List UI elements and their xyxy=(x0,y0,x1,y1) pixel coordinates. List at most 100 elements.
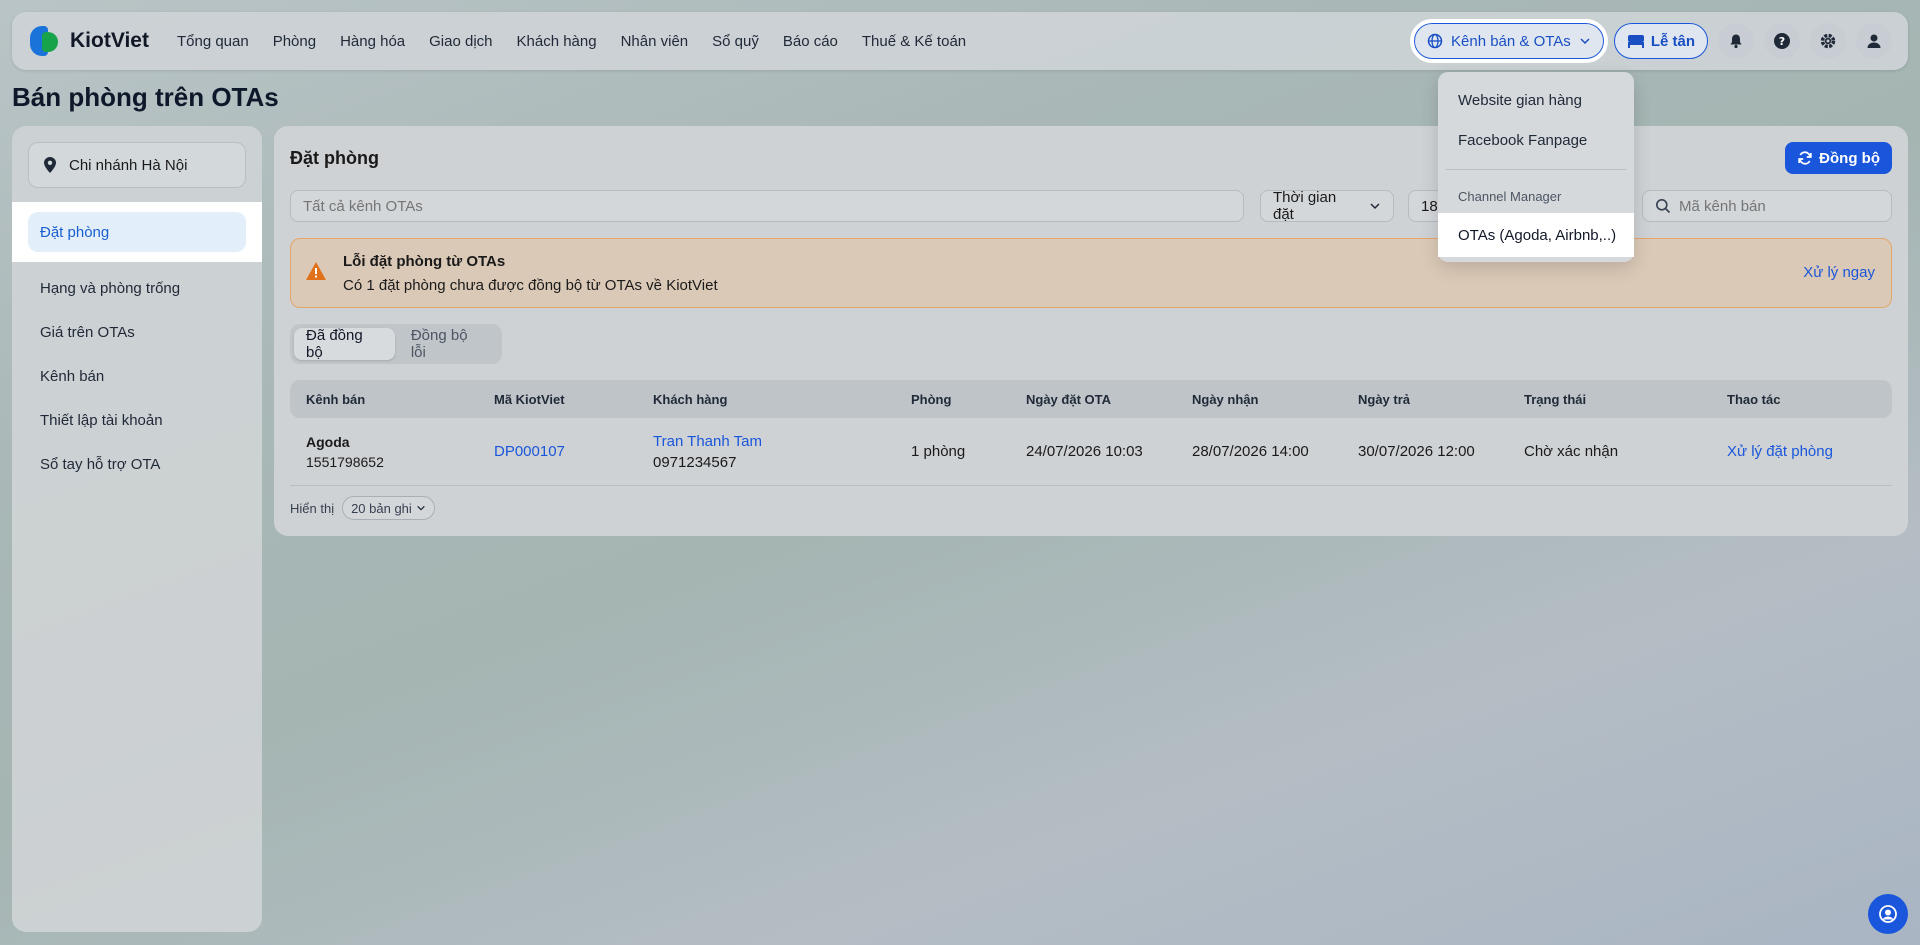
chevron-down-icon xyxy=(1580,38,1590,45)
headset-icon xyxy=(1879,905,1897,923)
table-row: Agoda 1551798652 DP000107 Tran Thanh Tam… xyxy=(290,418,1892,486)
nav-bao-cao[interactable]: Báo cáo xyxy=(783,33,838,50)
help-icon: ? xyxy=(1774,33,1790,49)
menu-item-website[interactable]: Website gian hàng xyxy=(1458,92,1582,109)
notifications-button[interactable] xyxy=(1718,23,1754,59)
cell-status: Chờ xác nhận xyxy=(1524,443,1619,460)
booking-time-label: Thời gian đặt xyxy=(1273,189,1337,223)
help-button[interactable]: ? xyxy=(1764,23,1800,59)
channel-name: Agoda xyxy=(306,433,350,450)
sync-button[interactable]: Đồng bộ xyxy=(1785,142,1892,174)
channels-dropdown-menu: Website gian hàng Facebook Fanpage Chann… xyxy=(1438,72,1634,262)
section-title: Đặt phòng xyxy=(290,148,379,168)
search-box xyxy=(1642,190,1892,222)
sidebar-item-dat-phong[interactable]: Đặt phòng xyxy=(28,212,246,252)
sidebar-item-thiet-lap-tai-khoan[interactable]: Thiết lập tài khoản xyxy=(40,398,180,442)
page-title: Bán phòng trên OTAs xyxy=(12,82,279,112)
main-nav: Tổng quan Phòng Hàng hóa Giao dịch Khách… xyxy=(177,33,966,50)
sidebar-item-kenh-ban[interactable]: Kênh bán xyxy=(40,354,180,398)
channel-code: 1551798652 xyxy=(306,453,384,470)
cell-customer: Tran Thanh Tam 0971234567 xyxy=(653,433,911,471)
kiotviet-logo-icon xyxy=(28,24,62,58)
location-pin-icon xyxy=(44,157,56,173)
pager-label: Hiển thị xyxy=(290,500,335,516)
warning-icon xyxy=(306,262,326,280)
alert-title: Lỗi đặt phòng từ OTAs xyxy=(343,253,506,270)
sync-icon xyxy=(1798,151,1812,165)
settings-button[interactable] xyxy=(1810,23,1846,59)
chevron-down-icon xyxy=(1370,203,1380,210)
sidebar-item-so-tay-ho-tro-ota[interactable]: Sổ tay hỗ trợ OTA xyxy=(40,442,180,486)
chevron-down-icon xyxy=(417,505,425,511)
nav-khach-hang[interactable]: Khách hàng xyxy=(517,33,597,50)
col-channel: Kênh bán xyxy=(306,391,366,407)
nav-tong-quan[interactable]: Tổng quan xyxy=(177,33,249,50)
sync-tabs: Đã đồng bộ Đồng bộ lỗi xyxy=(290,324,502,364)
col-checkout: Ngày trả xyxy=(1358,391,1411,407)
gear-icon xyxy=(1820,33,1836,49)
process-booking-link[interactable]: Xử lý đặt phòng xyxy=(1727,443,1892,460)
col-customer: Khách hàng xyxy=(653,391,728,407)
menu-item-otas[interactable]: OTAs (Agoda, Airbnb,..) xyxy=(1438,213,1634,257)
logo-text: KiotViet xyxy=(70,29,149,52)
nav-phong[interactable]: Phòng xyxy=(273,33,316,50)
alert-description: Có 1 đặt phòng chưa được đồng bộ từ OTAs… xyxy=(343,277,718,294)
ota-channel-filter[interactable] xyxy=(290,190,1244,222)
col-actions: Thao tác xyxy=(1727,391,1781,407)
col-rooms: Phòng xyxy=(911,391,952,407)
customer-name-link[interactable]: Tran Thanh Tam xyxy=(653,433,911,450)
page-size-select[interactable]: 20 bản ghi xyxy=(342,496,435,520)
nav-so-quy[interactable]: Sổ quỹ xyxy=(712,33,759,50)
col-ota-date: Ngày đặt OTA xyxy=(1026,391,1111,407)
menu-group-label: Channel Manager xyxy=(1458,189,1562,204)
channels-otas-button[interactable]: Kênh bán & OTAs xyxy=(1410,19,1608,63)
customer-phone: 0971234567 xyxy=(653,453,737,471)
top-right-actions: Kênh bán & OTAs Lễ tân ? xyxy=(1410,19,1892,63)
support-chat-button[interactable] xyxy=(1868,894,1908,934)
bookings-table: Kênh bán Mã KiotViet Khách hàng Phòng Ng… xyxy=(290,380,1892,486)
sidebar-item-gia-tren-otas[interactable]: Giá trên OTAs xyxy=(40,310,180,354)
nav-giao-dich[interactable]: Giao dịch xyxy=(429,33,492,50)
top-navigation-bar: KiotViet Tổng quan Phòng Hàng hóa Giao d… xyxy=(12,12,1908,70)
cell-rooms: 1 phòng xyxy=(911,443,966,460)
nav-hang-hoa[interactable]: Hàng hóa xyxy=(340,33,405,50)
logo[interactable]: KiotViet xyxy=(28,24,149,58)
tab-synced[interactable]: Đã đồng bộ xyxy=(294,327,395,361)
account-button[interactable] xyxy=(1856,23,1892,59)
tab-sync-error[interactable]: Đồng bộ lỗi xyxy=(399,327,498,361)
bell-icon xyxy=(1730,34,1742,49)
channel-code-search-input[interactable] xyxy=(1679,197,1879,215)
cell-ota-date: 24/07/2026 10:03 xyxy=(1026,443,1143,460)
nav-thue-ke-toan[interactable]: Thuế & Kế toán xyxy=(862,33,966,50)
col-kv-code: Mã KiotViet xyxy=(494,391,565,407)
cell-checkout: 30/07/2026 12:00 xyxy=(1358,443,1475,460)
nav-nhan-vien[interactable]: Nhân viên xyxy=(621,33,689,50)
cell-checkin: 28/07/2026 14:00 xyxy=(1192,443,1309,460)
pagination: Hiển thị 20 bản ghi xyxy=(290,496,435,520)
booking-time-filter[interactable]: Thời gian đặt xyxy=(1260,189,1394,223)
resolve-now-link[interactable]: Xử lý ngay xyxy=(1803,264,1875,281)
branch-selector[interactable]: Chi nhánh Hà Nội xyxy=(28,142,246,188)
kv-code-link[interactable]: DP000107 xyxy=(494,443,653,460)
table-header: Kênh bán Mã KiotViet Khách hàng Phòng Ng… xyxy=(290,380,1892,418)
menu-item-facebook-fanpage[interactable]: Facebook Fanpage xyxy=(1458,132,1587,149)
bed-icon xyxy=(1627,35,1644,48)
user-icon xyxy=(1867,34,1881,48)
reception-button[interactable]: Lễ tân xyxy=(1613,23,1708,59)
menu-divider xyxy=(1446,169,1626,170)
globe-icon xyxy=(1427,33,1443,49)
cell-channel: Agoda 1551798652 xyxy=(290,434,494,470)
branch-label: Chi nhánh Hà Nội xyxy=(69,156,188,174)
ota-error-alert: Lỗi đặt phòng từ OTAs Có 1 đặt phòng chư… xyxy=(290,238,1892,308)
main-panel: Đặt phòng Đồng bộ Thời gian đặt 18, Lỗi … xyxy=(274,126,1908,536)
page-size-value: 20 bản ghi xyxy=(351,500,412,516)
sidebar-menu: Hạng và phòng trống Giá trên OTAs Kênh b… xyxy=(40,266,180,486)
sidebar-item-hang-va-phong-trong[interactable]: Hạng và phòng trống xyxy=(40,266,180,310)
svg-text:?: ? xyxy=(1779,35,1785,48)
sidebar: Chi nhánh Hà Nội Đặt phòng Hạng và phòng… xyxy=(12,126,262,932)
col-status: Trạng thái xyxy=(1524,391,1587,407)
reception-label: Lễ tân xyxy=(1650,32,1695,50)
sidebar-active-highlight: Đặt phòng xyxy=(12,202,262,262)
channels-otas-label: Kênh bán & OTAs xyxy=(1451,32,1571,50)
search-icon xyxy=(1656,199,1671,214)
